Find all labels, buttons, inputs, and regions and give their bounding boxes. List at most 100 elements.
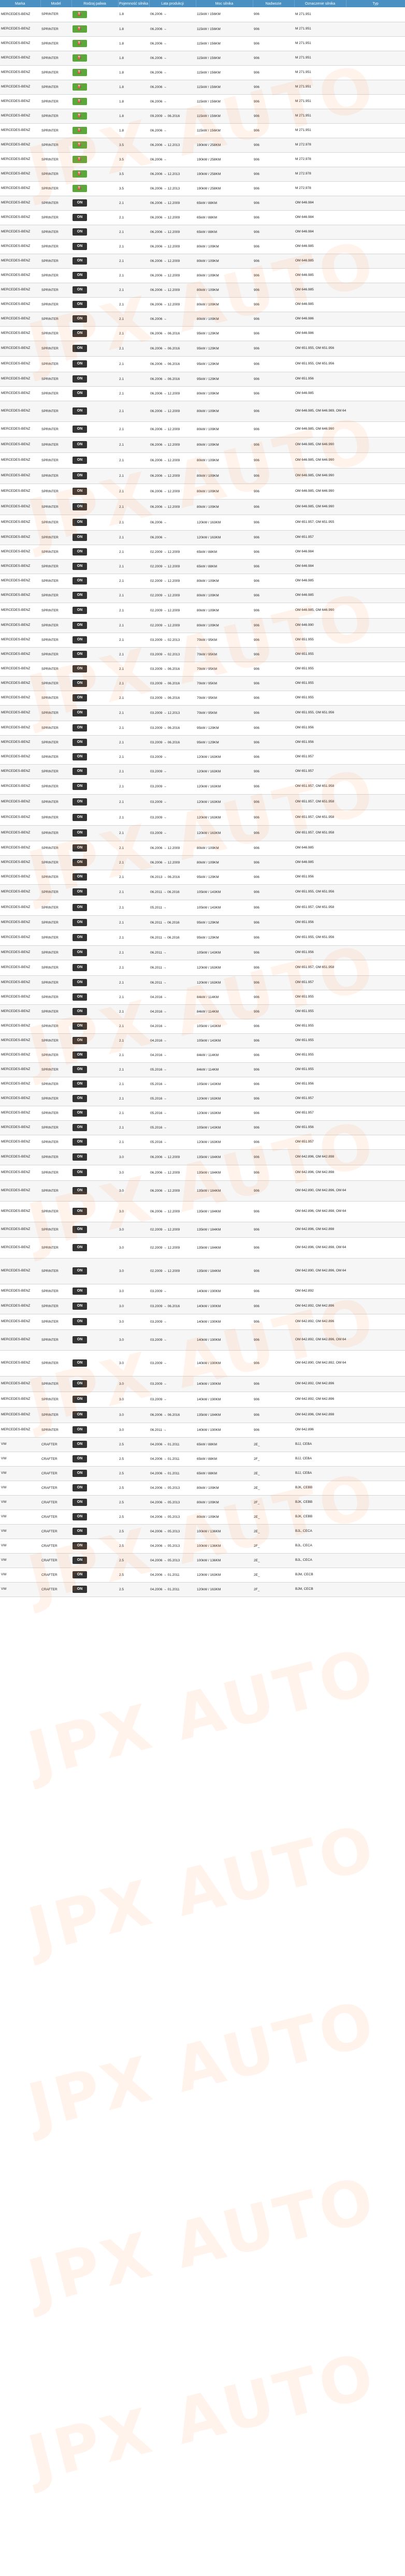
cell-model: SPRINTER bbox=[40, 825, 71, 841]
cell-make: MERCEDES-BENZ bbox=[0, 945, 40, 960]
header-make: Marka bbox=[0, 0, 41, 7]
diesel-fuel-icon: ON bbox=[73, 1287, 87, 1295]
diesel-fuel-icon: ON bbox=[73, 1586, 87, 1593]
cell-type bbox=[346, 676, 405, 691]
cell-engine-code: OM 642.890, OM 642.896, OM 642.898, OM 6… bbox=[294, 1258, 346, 1284]
cell-fuel: ON bbox=[71, 312, 118, 327]
petrol-fuel-icon: ⛽ bbox=[73, 185, 87, 192]
diesel-fuel-icon: ON bbox=[73, 1124, 87, 1131]
cell-body: 906 bbox=[253, 1004, 294, 1019]
cell-type bbox=[346, 794, 405, 810]
cell-engine-code: M 272.978 bbox=[294, 167, 346, 182]
cell-years: 06.2006 → 12.2009 bbox=[149, 283, 196, 298]
cell-model: SPRINTER bbox=[40, 51, 71, 66]
cell-make: MERCEDES-BENZ bbox=[0, 705, 40, 721]
cell-model: SPRINTER bbox=[40, 1135, 71, 1150]
cell-engine-code: OM 651.956 bbox=[294, 915, 346, 930]
cell-fuel: ON bbox=[71, 647, 118, 662]
cell-years: 06.2006 → bbox=[149, 515, 196, 531]
cell-years: 06.2006 → bbox=[149, 36, 196, 51]
cell-capacity: 2.1 bbox=[118, 841, 149, 856]
cell-model: SPRINTER bbox=[40, 1284, 71, 1299]
table-row: MERCEDES-BENZ SPRINTER ON 2.1 06.2006 → 12.2… bbox=[0, 499, 405, 515]
cell-fuel: ON bbox=[71, 356, 118, 372]
cell-fuel: ON bbox=[71, 1135, 118, 1150]
cell-years: 05.2016 → bbox=[149, 1106, 196, 1121]
cell-engine-code: M 271.951 bbox=[294, 7, 346, 22]
cell-engine-code: BJM, CECB bbox=[294, 1582, 346, 1597]
diesel-fuel-icon: ON bbox=[73, 1318, 87, 1325]
cell-engine-code: BJL, CECA bbox=[294, 1524, 346, 1539]
cell-make: MERCEDES-BENZ bbox=[0, 855, 40, 870]
cell-fuel: ON bbox=[71, 401, 118, 422]
cell-make: MERCEDES-BENZ bbox=[0, 633, 40, 648]
page: Marka Model Rodzaj paliwa Pojemność siln… bbox=[0, 0, 405, 2576]
cell-type bbox=[346, 1004, 405, 1019]
cell-capacity: 3.0 bbox=[118, 1258, 149, 1284]
cell-fuel: ON bbox=[71, 1180, 118, 1202]
cell-years: 05.2016 → bbox=[149, 1077, 196, 1092]
cell-years: 04.2006 → 01.2011 bbox=[149, 1582, 196, 1597]
cell-body: 906 bbox=[253, 65, 294, 80]
diesel-fuel-icon: ON bbox=[73, 949, 87, 956]
cell-fuel: ON bbox=[71, 1466, 118, 1481]
cell-power: 80kW / 109KM bbox=[196, 499, 253, 515]
cell-capacity: 2.5 bbox=[118, 1524, 149, 1539]
cell-capacity: 2.1 bbox=[118, 618, 149, 633]
cell-power: 80kW / 109KM bbox=[196, 437, 253, 453]
cell-model: SPRINTER bbox=[40, 1077, 71, 1092]
cell-body: 906 bbox=[253, 884, 294, 900]
cell-body: 906 bbox=[253, 515, 294, 531]
cell-fuel: ON bbox=[71, 1481, 118, 1496]
cell-fuel: ON bbox=[71, 662, 118, 677]
cell-make: MERCEDES-BENZ bbox=[0, 825, 40, 841]
cell-fuel: ON bbox=[71, 1201, 118, 1222]
cell-body: 906 bbox=[253, 691, 294, 706]
cell-make: MERCEDES-BENZ bbox=[0, 870, 40, 885]
cell-engine-code: M 271.951 bbox=[294, 36, 346, 51]
cell-body: 906 bbox=[253, 721, 294, 736]
cell-body: 906 bbox=[253, 372, 294, 387]
cell-fuel: ON bbox=[71, 421, 118, 437]
cell-type bbox=[346, 764, 405, 779]
diesel-fuel-icon: ON bbox=[73, 665, 87, 672]
diesel-fuel-icon: ON bbox=[73, 1528, 87, 1535]
watermark-logo: JPX AUTO bbox=[0, 1987, 405, 2143]
cell-body: 906 bbox=[253, 1314, 294, 1330]
cell-engine-code: BJJ, CEBA bbox=[294, 1452, 346, 1467]
cell-body: 906 bbox=[253, 225, 294, 240]
cell-body: 906 bbox=[253, 779, 294, 795]
cell-fuel: ON bbox=[71, 900, 118, 916]
cell-model: SPRINTER bbox=[40, 326, 71, 341]
table-row: MERCEDES-BENZ SPRINTER ON 2.1 03.2009 → 120kW… bbox=[0, 779, 405, 795]
cell-engine-code: OM 651.955, OM 651.956 bbox=[294, 356, 346, 372]
cell-years: 06.2006 → 12.2009 bbox=[149, 499, 196, 515]
cell-power: 105kW / 143KM bbox=[196, 945, 253, 960]
cell-model: SPRINTER bbox=[40, 633, 71, 648]
cell-make: MERCEDES-BENZ bbox=[0, 1120, 40, 1135]
cell-engine-code: OM 646.985 bbox=[294, 268, 346, 283]
diesel-fuel-icon: ON bbox=[73, 1411, 87, 1418]
cell-power: 70kW / 95KM bbox=[196, 705, 253, 721]
table-row: MERCEDES-BENZ SPRINTER ON 3.0 03.2009 → 140kW… bbox=[0, 1392, 405, 1408]
cell-body: 906 bbox=[253, 499, 294, 515]
cell-fuel: ON bbox=[71, 1539, 118, 1554]
cell-make: MERCEDES-BENZ bbox=[0, 1284, 40, 1299]
cell-fuel: ON bbox=[71, 960, 118, 976]
cell-capacity: 2.1 bbox=[118, 588, 149, 603]
cell-type bbox=[346, 1201, 405, 1222]
cell-model: SPRINTER bbox=[40, 662, 71, 677]
cell-body: 906 bbox=[253, 545, 294, 560]
cell-power: 100kW / 136KM bbox=[196, 1553, 253, 1568]
cell-make: MERCEDES-BENZ bbox=[0, 239, 40, 254]
cell-fuel: ON bbox=[71, 1437, 118, 1452]
cell-type bbox=[346, 1237, 405, 1258]
cell-type bbox=[346, 7, 405, 22]
cell-years: 02.2009 → 12.2009 bbox=[149, 603, 196, 619]
cell-engine-code: OM 646.985 bbox=[294, 386, 346, 401]
cell-model: SPRINTER bbox=[40, 870, 71, 885]
cell-type bbox=[346, 721, 405, 736]
cell-body: 906 bbox=[253, 574, 294, 589]
cell-make: MERCEDES-BENZ bbox=[0, 647, 40, 662]
cell-fuel: ON bbox=[71, 372, 118, 387]
